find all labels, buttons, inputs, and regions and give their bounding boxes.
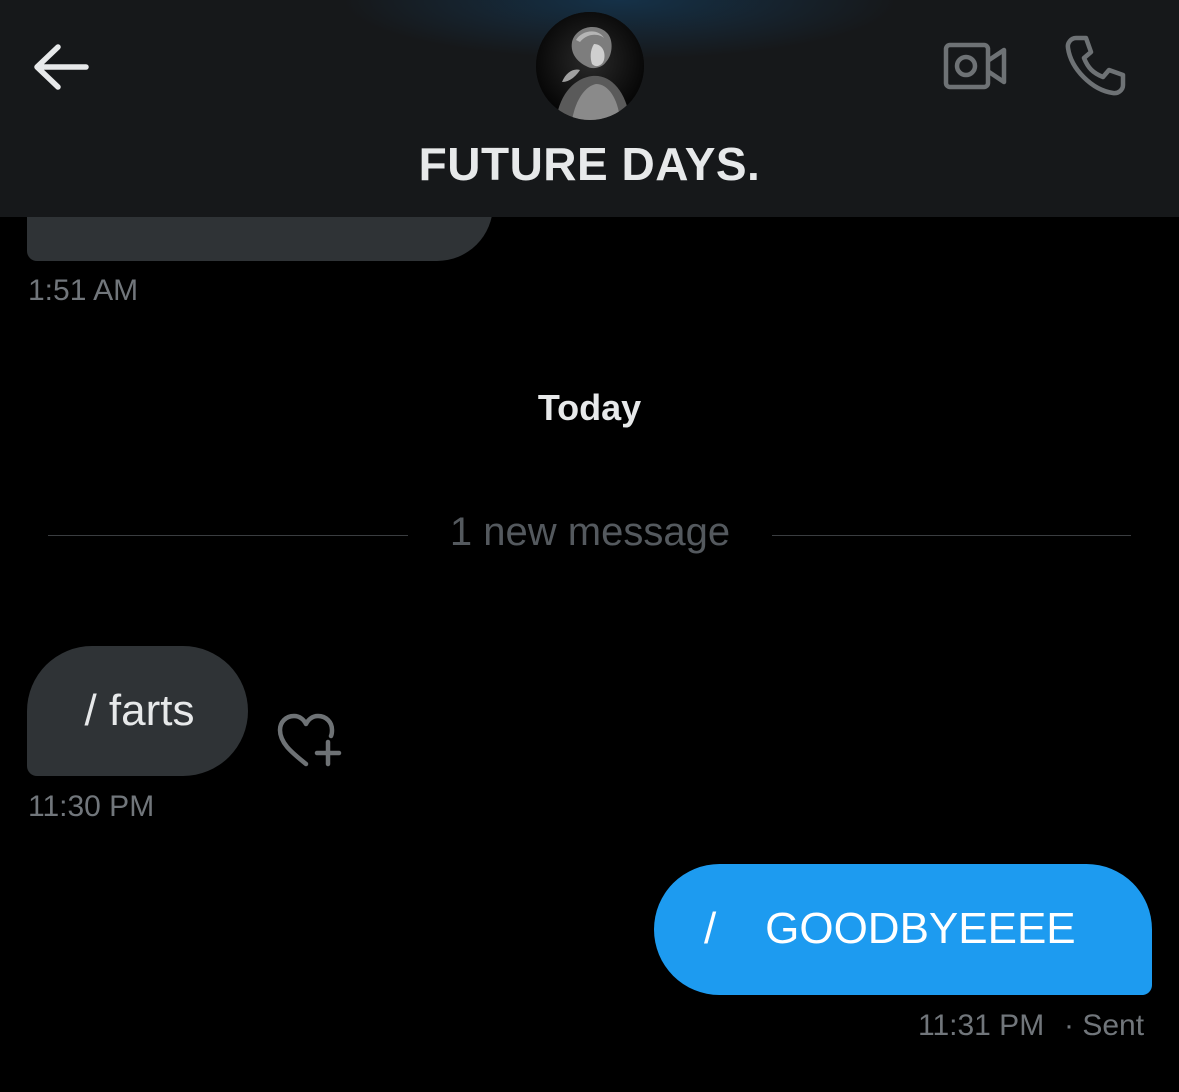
back-button[interactable] [28, 38, 92, 96]
sent-message-time: 11:31 PM [918, 1009, 1045, 1042]
conversation-header: FUTURE DAYS. [0, 0, 1179, 217]
add-reaction-button[interactable] [276, 712, 344, 770]
phone-icon [1065, 35, 1126, 96]
conversation-title: FUTURE DAYS. [418, 138, 761, 190]
sent-message-text: / GOODBYEEEE [704, 904, 1076, 953]
received-message-text: / farts [84, 686, 195, 735]
previous-message-time: 1:51 AM [28, 274, 139, 307]
divider-line-right [772, 535, 1131, 536]
video-camera-icon [943, 42, 1007, 90]
voice-call-button[interactable] [1062, 32, 1128, 98]
received-message-bubble[interactable]: / farts [27, 646, 248, 776]
heart-plus-icon [277, 713, 342, 767]
new-messages-divider: 1 new message [449, 510, 731, 554]
sent-message-bubble[interactable]: / GOODBYEEEE [654, 864, 1152, 995]
avatar-image [536, 12, 644, 120]
day-separator: Today [537, 387, 642, 428]
received-message-time: 11:30 PM [28, 790, 155, 823]
avatar[interactable] [536, 12, 644, 120]
sent-message-status: · Sent [1064, 1009, 1145, 1042]
divider-line-left [48, 535, 408, 536]
video-call-button[interactable] [942, 40, 1008, 92]
arrow-left-icon [34, 44, 89, 90]
